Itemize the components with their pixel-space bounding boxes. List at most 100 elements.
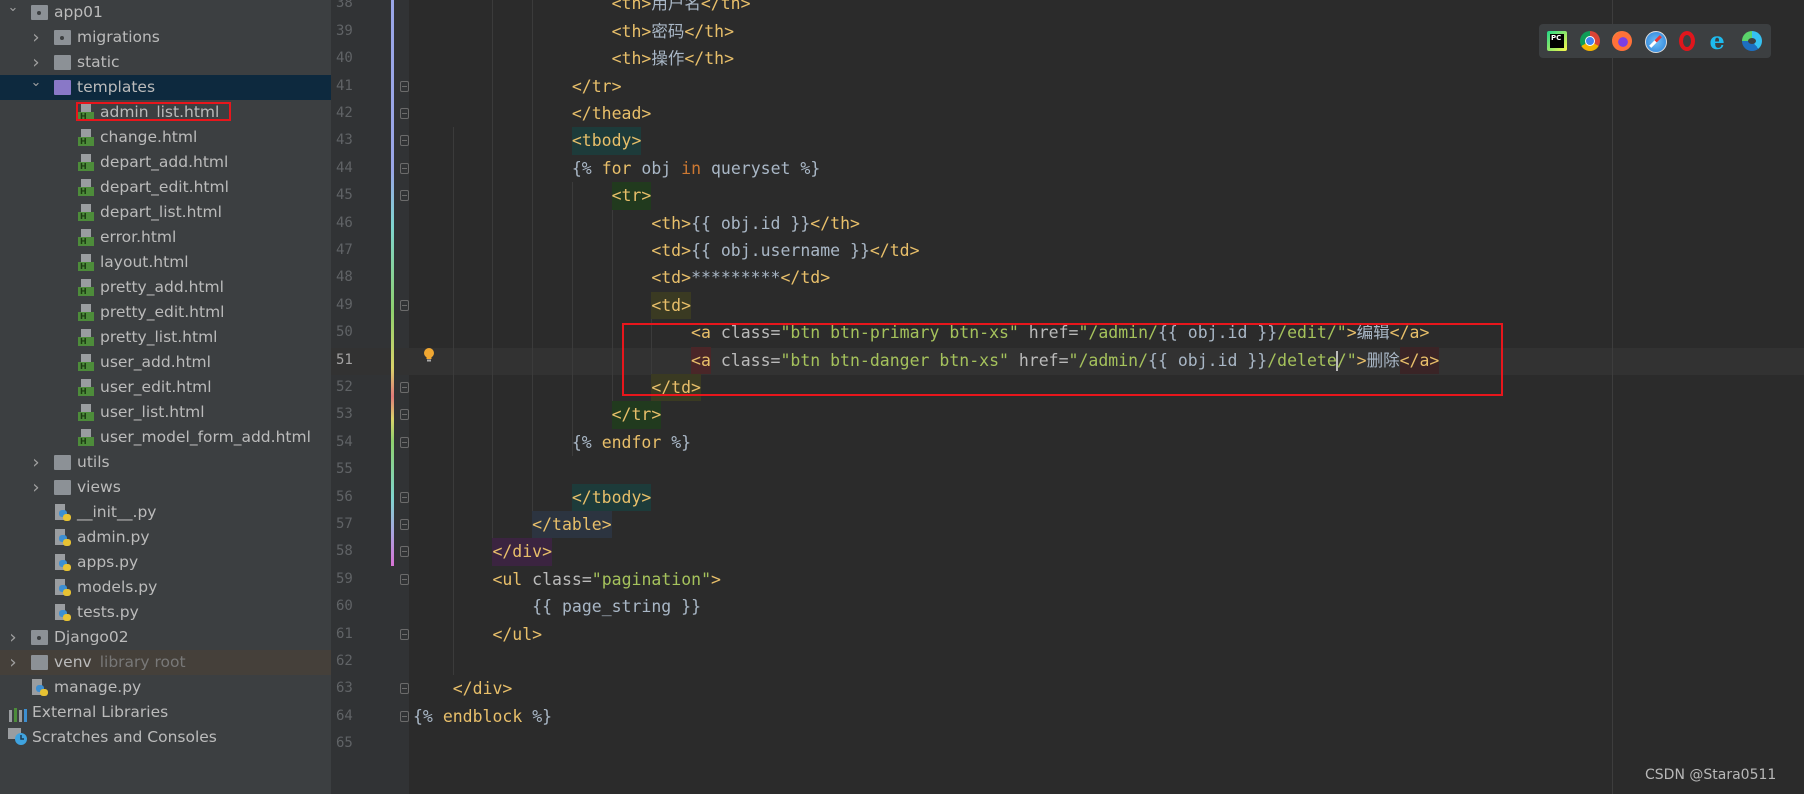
code-token: </td>: [869, 240, 920, 260]
opera-icon[interactable]: [1679, 31, 1695, 51]
code-line[interactable]: {% endblock %}: [413, 703, 552, 730]
code-line[interactable]: <th>密码</th>: [612, 18, 734, 45]
code-line[interactable]: <td>: [651, 291, 692, 320]
code-line[interactable]: <th>{{ obj.id }}</th>: [651, 210, 860, 237]
tree-item[interactable]: › views: [0, 475, 331, 500]
code-line[interactable]: {{ page_string }}: [532, 593, 701, 620]
fold-marker-icon[interactable]: [400, 107, 409, 119]
code-line[interactable]: <th>用户名</th>: [612, 0, 751, 18]
tree-item[interactable]: External Libraries: [0, 700, 331, 725]
tree-item[interactable]: Huser_add.html: [0, 350, 331, 375]
fold-marker-icon[interactable]: [400, 80, 409, 92]
fold-marker-icon[interactable]: [400, 299, 409, 311]
fold-marker-icon[interactable]: [400, 573, 409, 585]
tree-item[interactable]: ⌄ app01: [0, 0, 331, 25]
code-line[interactable]: {% endfor %}: [572, 429, 691, 456]
tree-item[interactable]: Scratches and Consoles: [0, 725, 331, 750]
ie-icon[interactable]: e: [1710, 29, 1730, 53]
fold-marker-icon[interactable]: [400, 381, 409, 393]
edge-icon[interactable]: [1742, 31, 1762, 51]
safari-icon[interactable]: [1644, 31, 1667, 53]
code-token: class=: [522, 569, 592, 589]
chevron-right-icon[interactable]: ›: [6, 625, 20, 650]
tree-item-label: user_add.html: [100, 353, 211, 371]
code-line[interactable]: </div>: [453, 675, 513, 702]
tree-item[interactable]: admin.py: [0, 525, 331, 550]
chevron-down-icon[interactable]: ⌄: [29, 70, 43, 95]
tree-item[interactable]: › migrations: [0, 25, 331, 50]
code-token: </ul>: [492, 624, 543, 644]
fold-marker-icon[interactable]: [400, 683, 409, 695]
fold-marker-icon[interactable]: [400, 409, 409, 421]
fold-marker-icon[interactable]: [400, 436, 409, 448]
html-file-icon: H: [78, 329, 94, 346]
tree-item[interactable]: apps.py: [0, 550, 331, 575]
code-line[interactable]: </table>: [532, 510, 612, 539]
tree-item[interactable]: Huser_model_form_add.html: [0, 425, 331, 450]
code-line[interactable]: </tr>: [611, 401, 662, 429]
python-file-icon: [55, 529, 71, 547]
code-token: obj: [631, 158, 682, 178]
tree-item[interactable]: Hdepart_list.html: [0, 200, 331, 225]
fold-marker-icon[interactable]: [400, 491, 409, 503]
code-token: </td>: [780, 268, 831, 288]
tree-item[interactable]: › Django02: [0, 625, 331, 650]
code-line[interactable]: <tr>: [611, 182, 652, 210]
tree-item-label: manage.py: [54, 678, 142, 696]
code-line[interactable]: </tr>: [572, 73, 622, 100]
code-line[interactable]: <td>*********</td>: [651, 264, 830, 291]
tree-item[interactable]: ⌄ templates: [0, 75, 331, 100]
tree-item[interactable]: tests.py: [0, 600, 331, 625]
chevron-down-icon[interactable]: ⌄: [6, 0, 20, 20]
code-line[interactable]: <tbody>: [571, 127, 642, 155]
tree-item[interactable]: Hchange.html: [0, 125, 331, 150]
tree-item[interactable]: › static: [0, 50, 331, 75]
pycharm-icon[interactable]: PC: [1547, 31, 1567, 51]
tree-item[interactable]: Hpretty_list.html: [0, 325, 331, 350]
chevron-right-icon[interactable]: ›: [6, 650, 20, 675]
html-file-icon: H: [78, 304, 94, 321]
chevron-right-icon[interactable]: ›: [29, 25, 43, 50]
tree-item[interactable]: Hpretty_add.html: [0, 275, 331, 300]
fold-marker-icon[interactable]: [400, 190, 409, 202]
tree-item-label: depart_list.html: [100, 203, 222, 221]
code-line[interactable]: </tbody>: [571, 483, 652, 511]
chevron-right-icon[interactable]: ›: [29, 475, 43, 500]
line-number: 38: [336, 0, 353, 12]
fold-marker-icon[interactable]: [400, 546, 409, 558]
chrome-icon[interactable]: [1579, 31, 1600, 51]
tree-item[interactable]: Huser_edit.html: [0, 375, 331, 400]
fold-marker-icon[interactable]: [400, 710, 409, 722]
code-token: </th>: [684, 21, 735, 41]
fold-marker-icon[interactable]: [400, 162, 409, 174]
fold-marker-icon[interactable]: [400, 518, 409, 530]
tree-item[interactable]: models.py: [0, 575, 331, 600]
tree-item[interactable]: __init__.py: [0, 500, 331, 525]
line-number: 54: [336, 433, 353, 450]
code-token: >: [711, 569, 721, 589]
chevron-right-icon[interactable]: ›: [29, 450, 43, 475]
tree-item[interactable]: Hpretty_edit.html: [0, 300, 331, 325]
lightbulb-icon[interactable]: [423, 347, 435, 362]
code-token: {%: [571, 158, 602, 178]
tree-item[interactable]: Hdepart_add.html: [0, 150, 331, 175]
tree-item[interactable]: Huser_list.html: [0, 400, 331, 425]
tree-item[interactable]: Hlayout.html: [0, 250, 331, 275]
code-line[interactable]: {% for obj in queryset %}: [572, 155, 820, 182]
tree-item[interactable]: › venv library root: [0, 650, 331, 675]
fold-marker-icon[interactable]: [400, 135, 409, 147]
code-line[interactable]: </div>: [492, 538, 553, 566]
code-line[interactable]: <ul class="pagination">: [492, 566, 721, 593]
firefox-icon[interactable]: [1612, 31, 1632, 51]
tree-item[interactable]: Hdepart_edit.html: [0, 175, 331, 200]
code-line[interactable]: </thead>: [572, 100, 651, 127]
tree-item-label: views: [77, 478, 121, 496]
tree-item[interactable]: manage.py: [0, 675, 331, 700]
tree-item[interactable]: Herror.html: [0, 225, 331, 250]
code-token: </th>: [684, 49, 735, 69]
code-line[interactable]: </ul>: [492, 621, 542, 648]
fold-marker-icon[interactable]: [400, 628, 409, 640]
code-line[interactable]: <td>{{ obj.username }}</td>: [651, 237, 919, 264]
tree-item[interactable]: › utils: [0, 450, 331, 475]
code-line[interactable]: <th>操作</th>: [612, 45, 734, 72]
